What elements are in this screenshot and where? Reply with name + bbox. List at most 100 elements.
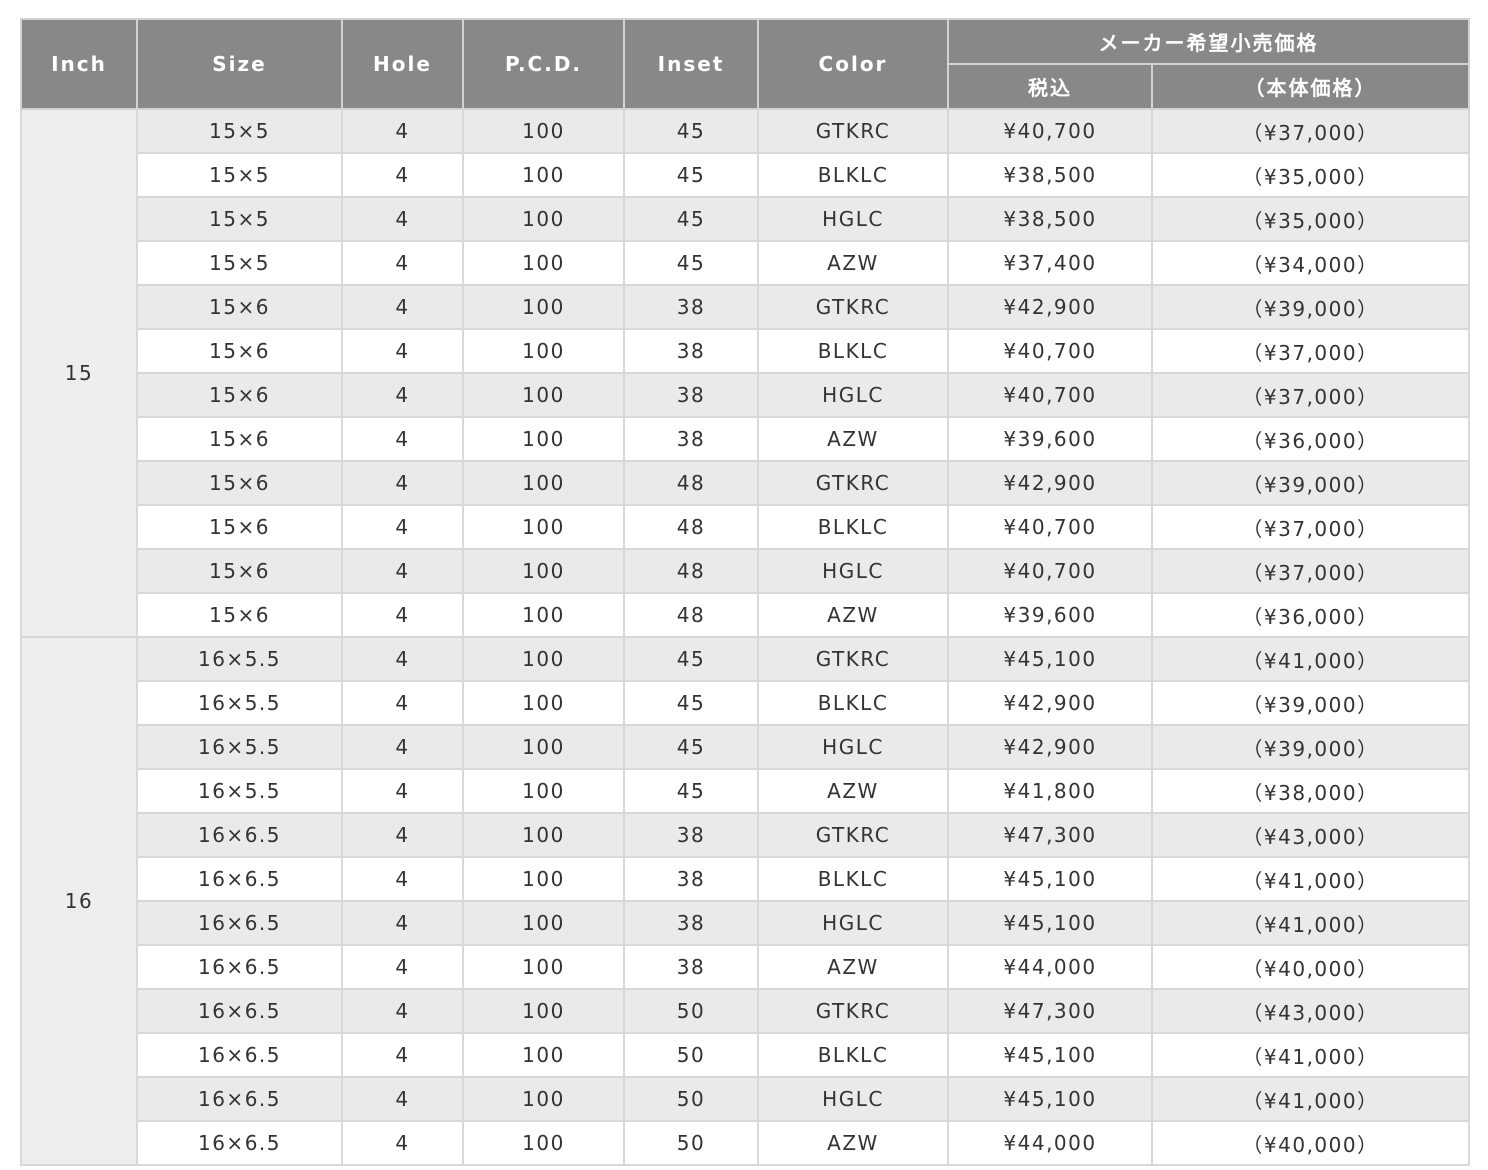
table-row: 15×5 4 100 45 AZW ¥37,400 （¥34,000）: [21, 240, 1470, 286]
hole-cell: 4: [341, 1032, 464, 1078]
base-cell: （¥41,000）: [1151, 900, 1470, 946]
table-row: 16×6.5 4 100 50 GTKRC ¥47,300 （¥43,000）: [21, 988, 1470, 1034]
pcd-cell: 100: [462, 592, 625, 638]
base-cell: （¥39,000）: [1151, 724, 1470, 770]
tax-cell: ¥47,300: [947, 988, 1153, 1034]
size-cell: 15×6: [136, 504, 343, 550]
base-cell: （¥39,000）: [1151, 284, 1470, 330]
color-cell: HGLC: [757, 548, 949, 594]
tax-cell: ¥39,600: [947, 592, 1153, 638]
hole-cell: 4: [341, 636, 464, 682]
color-cell: GTKRC: [757, 812, 949, 858]
size-cell: 16×6.5: [136, 1120, 343, 1166]
pcd-cell: 100: [462, 1032, 625, 1078]
table-row: 15×6 4 100 38 HGLC ¥40,700 （¥37,000）: [21, 372, 1470, 418]
tax-cell: ¥45,100: [947, 1032, 1153, 1078]
size-cell: 16×6.5: [136, 812, 343, 858]
inset-cell: 48: [623, 504, 759, 550]
pcd-cell: 100: [462, 328, 625, 374]
inch-cell: 16: [20, 636, 138, 1166]
table-row: 16×6.5 4 100 38 AZW ¥44,000 （¥40,000）: [21, 944, 1470, 990]
hole-cell: 4: [341, 768, 464, 814]
hole-cell: 4: [341, 284, 464, 330]
table-row: 15×6 4 100 48 GTKRC ¥42,900 （¥39,000）: [21, 460, 1470, 506]
base-cell: （¥39,000）: [1151, 460, 1470, 506]
header-price-group: メーカー希望小売価格: [947, 18, 1470, 65]
pcd-cell: 100: [462, 284, 625, 330]
tax-cell: ¥44,000: [947, 944, 1153, 990]
size-cell: 15×5: [136, 108, 343, 154]
color-cell: BLKLC: [757, 152, 949, 198]
pcd-cell: 100: [462, 416, 625, 462]
inset-cell: 45: [623, 152, 759, 198]
tax-cell: ¥38,500: [947, 152, 1153, 198]
pcd-cell: 100: [462, 724, 625, 770]
hole-cell: 4: [341, 152, 464, 198]
inset-cell: 48: [623, 592, 759, 638]
tax-cell: ¥42,900: [947, 680, 1153, 726]
inset-cell: 48: [623, 548, 759, 594]
size-cell: 15×6: [136, 328, 343, 374]
base-cell: （¥43,000）: [1151, 812, 1470, 858]
tax-cell: ¥42,900: [947, 460, 1153, 506]
size-cell: 15×6: [136, 416, 343, 462]
tax-cell: ¥45,100: [947, 636, 1153, 682]
size-cell: 16×5.5: [136, 724, 343, 770]
pcd-cell: 100: [462, 152, 625, 198]
size-cell: 15×6: [136, 284, 343, 330]
table-row: 15×6 4 100 38 AZW ¥39,600 （¥36,000）: [21, 416, 1470, 462]
table-row: 16×5.5 4 100 45 BLKLC ¥42,900 （¥39,000）: [21, 680, 1470, 726]
tax-cell: ¥42,900: [947, 284, 1153, 330]
color-cell: BLKLC: [757, 856, 949, 902]
pcd-cell: 100: [462, 372, 625, 418]
tax-cell: ¥37,400: [947, 240, 1153, 286]
table-row: 15×6 4 100 48 AZW ¥39,600 （¥36,000）: [21, 592, 1470, 638]
size-cell: 16×6.5: [136, 1076, 343, 1122]
price-table-container: Inch Size Hole P.C.D. Inset Color メーカー希望…: [20, 18, 1470, 1166]
table-row: 16×6.5 4 100 50 AZW ¥44,000 （¥40,000）: [21, 1120, 1470, 1166]
color-cell: HGLC: [757, 724, 949, 770]
pcd-cell: 100: [462, 988, 625, 1034]
size-cell: 16×6.5: [136, 1032, 343, 1078]
pcd-cell: 100: [462, 1076, 625, 1122]
size-cell: 15×6: [136, 548, 343, 594]
base-cell: （¥38,000）: [1151, 768, 1470, 814]
base-cell: （¥36,000）: [1151, 416, 1470, 462]
inset-cell: 45: [623, 768, 759, 814]
inset-cell: 38: [623, 856, 759, 902]
header-inch: Inch: [20, 18, 138, 110]
color-cell: AZW: [757, 1120, 949, 1166]
table-header: Inch Size Hole P.C.D. Inset Color メーカー希望…: [20, 18, 1470, 110]
size-cell: 16×5.5: [136, 636, 343, 682]
hole-cell: 4: [341, 372, 464, 418]
size-cell: 16×6.5: [136, 900, 343, 946]
base-cell: （¥40,000）: [1151, 1120, 1470, 1166]
header-size: Size: [136, 18, 343, 110]
table-row: 15×5 4 100 45 BLKLC ¥38,500 （¥35,000）: [21, 152, 1470, 198]
inset-cell: 45: [623, 724, 759, 770]
hole-cell: 4: [341, 592, 464, 638]
color-cell: BLKLC: [757, 504, 949, 550]
color-cell: AZW: [757, 240, 949, 286]
tax-cell: ¥45,100: [947, 856, 1153, 902]
tax-cell: ¥40,700: [947, 504, 1153, 550]
inset-cell: 38: [623, 372, 759, 418]
color-cell: BLKLC: [757, 328, 949, 374]
table-row: 15×6 4 100 38 BLKLC ¥40,700 （¥37,000）: [21, 328, 1470, 374]
color-cell: GTKRC: [757, 108, 949, 154]
color-cell: GTKRC: [757, 988, 949, 1034]
size-cell: 15×5: [136, 240, 343, 286]
table-row: 15×5 4 100 45 HGLC ¥38,500 （¥35,000）: [21, 196, 1470, 242]
inset-cell: 38: [623, 284, 759, 330]
base-cell: （¥41,000）: [1151, 1032, 1470, 1078]
pcd-cell: 100: [462, 460, 625, 506]
base-cell: （¥43,000）: [1151, 988, 1470, 1034]
tax-cell: ¥39,600: [947, 416, 1153, 462]
color-cell: HGLC: [757, 196, 949, 242]
pcd-cell: 100: [462, 548, 625, 594]
base-cell: （¥41,000）: [1151, 1076, 1470, 1122]
inset-cell: 50: [623, 1120, 759, 1166]
inset-cell: 48: [623, 460, 759, 506]
table-body: 15 15×5 4 100 45 GTKRC ¥40,700 （¥37,000） 15×5 4 10…: [20, 108, 1470, 1166]
inset-cell: 45: [623, 680, 759, 726]
